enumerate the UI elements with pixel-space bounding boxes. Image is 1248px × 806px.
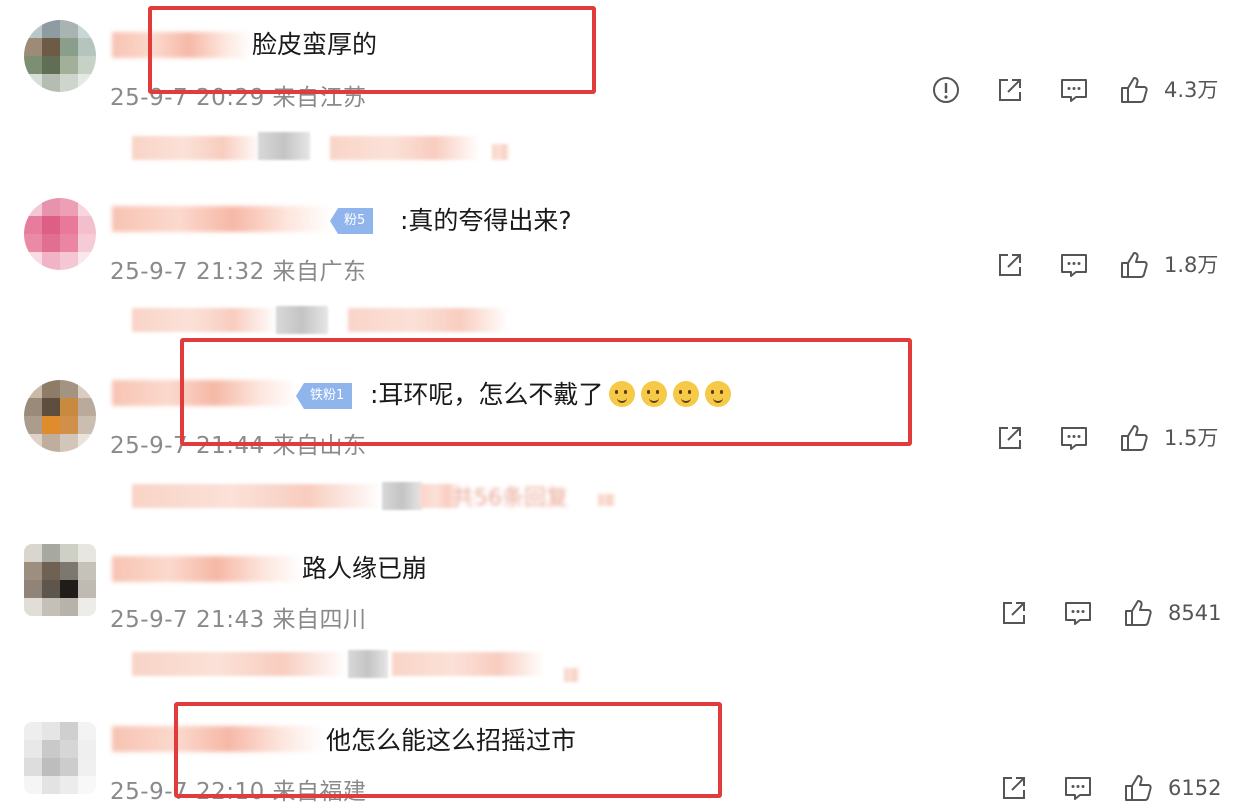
comment-icon[interactable]	[1058, 74, 1090, 106]
reply-preview-avatar	[382, 482, 422, 510]
report-icon[interactable]	[930, 74, 962, 106]
reply-preview[interactable]	[330, 136, 480, 160]
like-count: 8541	[1168, 601, 1222, 625]
avatar[interactable]	[24, 20, 96, 92]
comment-icon[interactable]	[1058, 422, 1090, 454]
comment-icon[interactable]	[1062, 772, 1094, 804]
reply-preview	[564, 668, 580, 682]
share-icon[interactable]	[994, 249, 1026, 281]
like-icon[interactable]	[1122, 597, 1154, 629]
action-bar: 1.8万	[928, 249, 1228, 281]
like-icon[interactable]	[1118, 74, 1150, 106]
comment-text: 路人缘已崩	[302, 554, 428, 583]
avatar[interactable]	[24, 722, 96, 794]
reply-preview-avatar	[258, 132, 310, 160]
username[interactable]	[112, 556, 302, 582]
reply-preview[interactable]	[492, 144, 510, 160]
username[interactable]	[112, 206, 332, 232]
reply-preview[interactable]	[348, 308, 508, 332]
like-count: 4.3万	[1164, 78, 1219, 102]
action-bar: 6152	[932, 772, 1232, 804]
like-icon[interactable]	[1118, 249, 1150, 281]
reply-preview[interactable]	[132, 136, 262, 160]
like-count: 6152	[1168, 776, 1222, 800]
reply-preview[interactable]	[392, 652, 544, 676]
avatar[interactable]	[24, 198, 96, 270]
share-icon[interactable]	[998, 597, 1030, 629]
reply-preview[interactable]	[132, 484, 382, 508]
share-icon[interactable]	[994, 74, 1026, 106]
comment-icon[interactable]	[1058, 249, 1090, 281]
fan-badge: 粉5	[330, 208, 374, 234]
like-icon[interactable]	[1118, 422, 1150, 454]
comment-meta: 25-9-7 21:32 来自广东	[110, 259, 367, 285]
action-bar: 1.5万	[928, 422, 1228, 454]
reply-count-link[interactable]: 共56条回复	[452, 480, 568, 512]
comment-text: :真的夸得出来?	[400, 206, 572, 235]
reply-preview[interactable]	[132, 308, 277, 332]
highlight-box	[148, 6, 596, 94]
highlight-box	[180, 338, 912, 446]
like-count: 1.8万	[1164, 253, 1219, 277]
reply-preview[interactable]	[132, 652, 347, 676]
comment-icon[interactable]	[1062, 597, 1094, 629]
reply-preview	[598, 494, 616, 506]
reply-preview-avatar	[276, 306, 328, 334]
action-bar: 8541	[932, 597, 1232, 629]
highlight-box	[174, 702, 722, 798]
avatar[interactable]	[24, 380, 96, 452]
share-icon[interactable]	[998, 772, 1030, 804]
like-count: 1.5万	[1164, 426, 1219, 450]
avatar[interactable]	[24, 544, 96, 616]
reply-preview-avatar	[348, 650, 388, 678]
comment-meta: 25-9-7 21:43 来自四川	[110, 607, 367, 633]
action-bar: 4.3万	[928, 74, 1228, 106]
like-icon[interactable]	[1122, 772, 1154, 804]
share-icon[interactable]	[994, 422, 1026, 454]
